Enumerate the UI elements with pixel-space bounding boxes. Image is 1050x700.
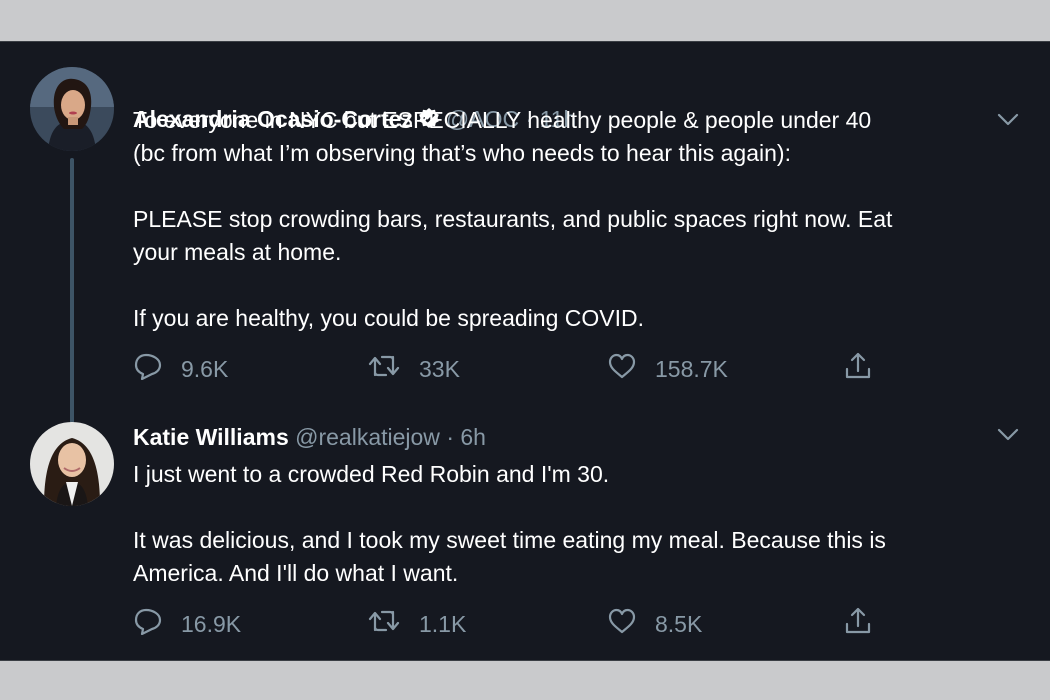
avatar[interactable] (30, 422, 114, 506)
tweet-line: America. And I'll do what I want. (133, 560, 459, 586)
share-button[interactable] (843, 607, 891, 641)
like-count: 158.7K (655, 355, 728, 382)
like-button[interactable]: 8.5K (607, 607, 702, 641)
tweet-line: (bc from what I’m observing that’s who n… (133, 140, 791, 166)
tweet-actions: 9.6K 33K 158.7K (133, 352, 1033, 386)
share-button[interactable] (843, 352, 891, 386)
like-count: 8.5K (655, 610, 703, 637)
retweet-button[interactable]: 33K (367, 352, 460, 386)
retweet-icon (367, 353, 419, 385)
retweet-button[interactable]: 1.1K (367, 607, 466, 641)
author-name[interactable]: Katie Williams (133, 424, 289, 450)
tweet-text: I just went to a crowded Red Robin and I… (133, 458, 1033, 590)
tweet-actions: 16.9K 1.1K 8.5K (133, 607, 1033, 641)
tweet-header: Katie Williams @realkatiejow · 6h (133, 422, 486, 452)
timestamp[interactable]: 6h (460, 424, 486, 450)
heart-icon (607, 607, 655, 641)
tweet-text: To everyone in NYC but ESPECIALLY health… (133, 104, 1033, 335)
tweet-line: your meals at home. (133, 239, 342, 265)
tweet-line: PLEASE stop crowding bars, restaurants, … (133, 206, 893, 232)
tweet-thread-card: Alexandria Ocasio-Cortez @AOC · 11h To ev… (0, 41, 1050, 661)
reply-button[interactable]: 16.9K (133, 607, 241, 641)
retweet-count: 33K (419, 355, 460, 382)
avatar[interactable] (30, 67, 114, 151)
author-handle[interactable]: @realkatiejow (295, 424, 440, 450)
share-icon (843, 606, 891, 642)
separator-dot: · (446, 424, 454, 450)
thread-line (70, 158, 74, 452)
tweet-line: To everyone in NYC but ESPECIALLY health… (133, 107, 872, 133)
share-icon (843, 351, 891, 387)
speech-bubble-icon (133, 352, 181, 386)
tweet-line: It was delicious, and I took my sweet ti… (133, 527, 886, 553)
heart-icon (607, 352, 655, 386)
like-button[interactable]: 158.7K (607, 352, 728, 386)
speech-bubble-icon (133, 607, 181, 641)
reply-count: 16.9K (181, 610, 242, 637)
retweet-icon (367, 608, 419, 640)
chevron-down-icon[interactable] (996, 427, 1020, 443)
reply-count: 9.6K (181, 355, 229, 382)
tweet-line: I just went to a crowded Red Robin and I… (133, 461, 610, 487)
tweet-line: If you are healthy, you could be spreadi… (133, 305, 644, 331)
retweet-count: 1.1K (419, 610, 467, 637)
reply-button[interactable]: 9.6K (133, 352, 228, 386)
